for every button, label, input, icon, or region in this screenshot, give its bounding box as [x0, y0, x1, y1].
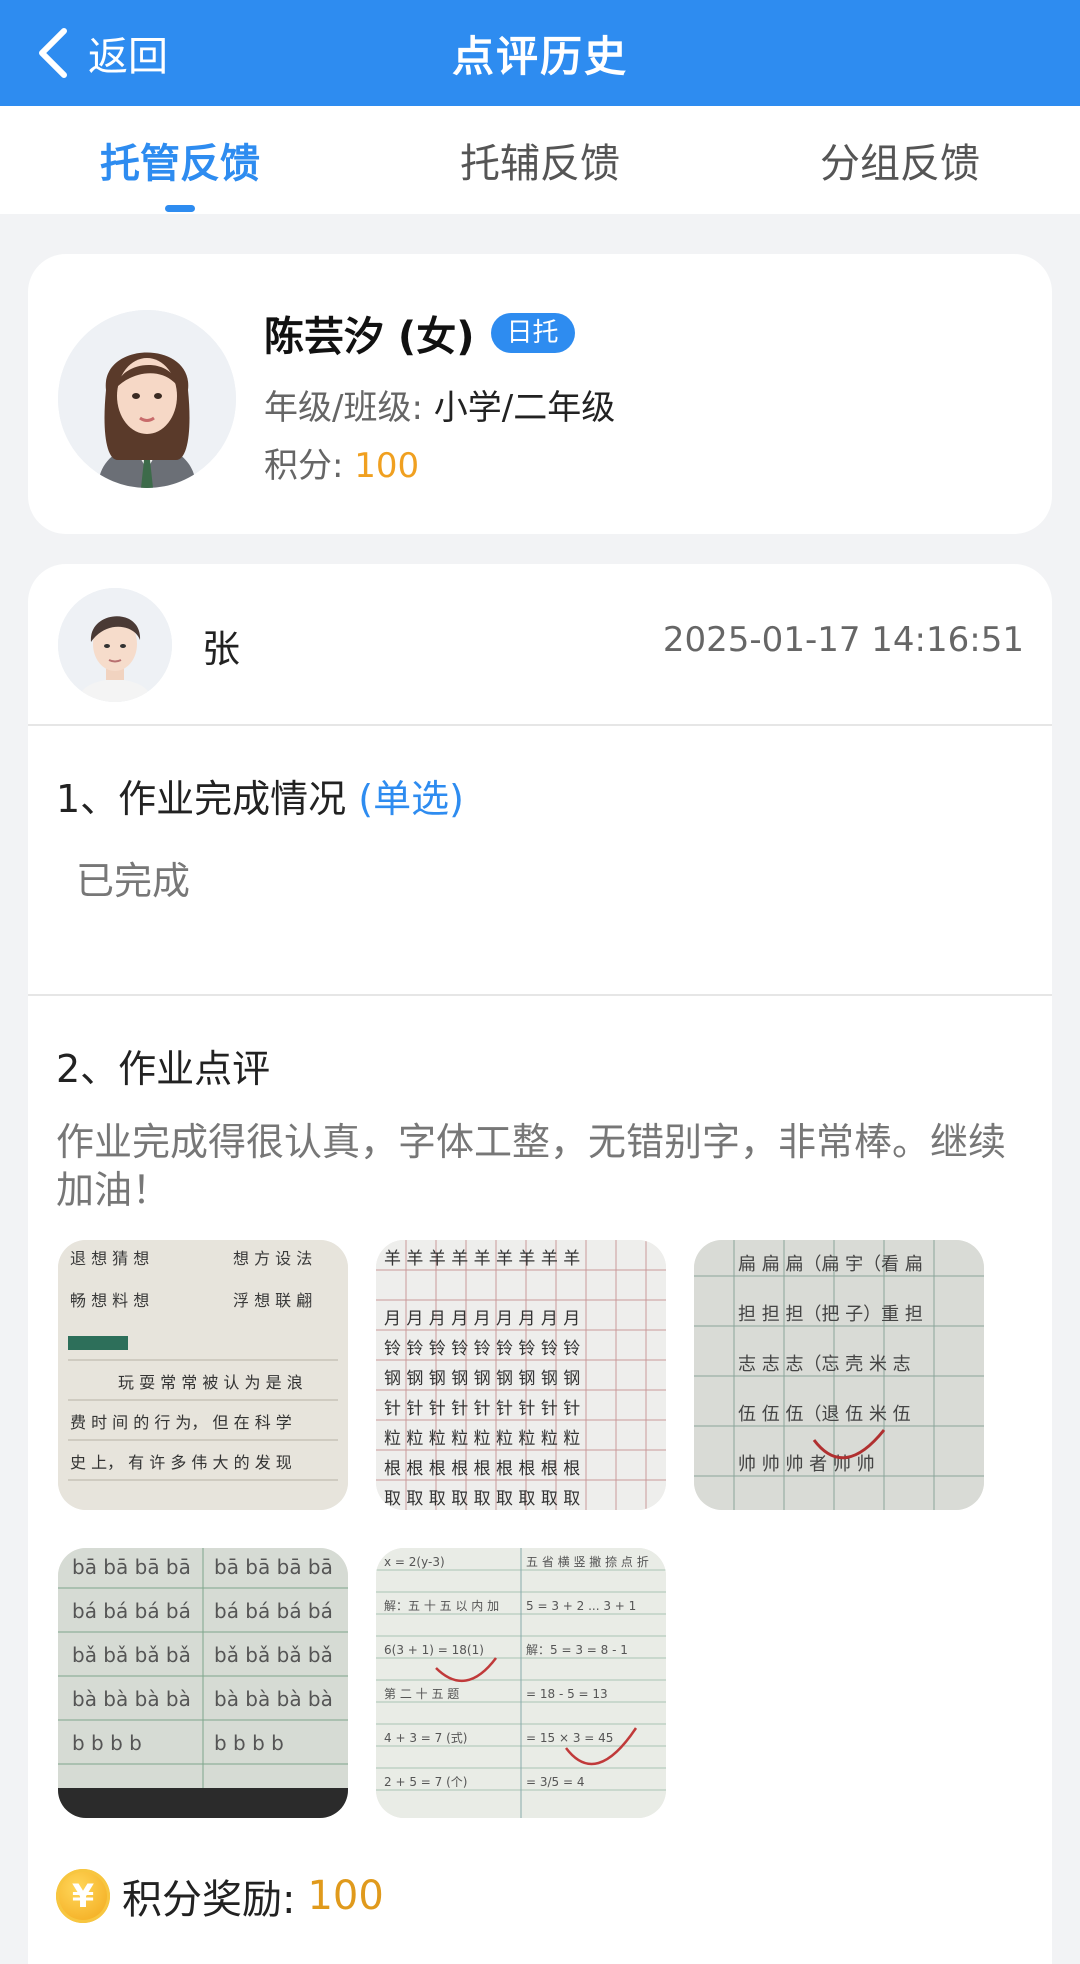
- chevron-left-icon: [39, 28, 67, 78]
- svg-text:取 取 取 取 取 取 取 取 取: 取 取 取 取 取 取 取 取 取: [384, 1489, 580, 1509]
- svg-text:史 上， 有 许 多 伟 大 的 发 现: 史 上， 有 许 多 伟 大 的 发 现: [70, 1453, 292, 1472]
- svg-text:解：5 = 3 = 8 - 1: 解：5 = 3 = 8 - 1: [526, 1643, 628, 1657]
- svg-text:担 担 担（把 子）重 担: 担 担 担（把 子）重 担: [738, 1304, 923, 1325]
- svg-text:= 3/5 = 4: = 3/5 = 4: [526, 1775, 585, 1789]
- svg-text:帅 帅 帅 者 帅 帅: 帅 帅 帅 者 帅 帅: [738, 1454, 875, 1475]
- svg-text:x = 2(y-3): x = 2(y-3): [384, 1555, 445, 1569]
- svg-text:浮 想 联 翩: 浮 想 联 翩: [233, 1291, 312, 1310]
- reward-value: 100: [307, 1873, 384, 1919]
- svg-text:粒 粒 粒 粒 粒 粒 粒 粒 粒: 粒 粒 粒 粒 粒 粒 粒 粒 粒: [384, 1429, 580, 1449]
- coin-icon: ¥: [56, 1869, 110, 1923]
- review-card: 张 2025-01-17 14:16:51 1、作业完成情况 (单选) 已完成 …: [28, 564, 1052, 1964]
- svg-text:4 + 3 = 7 (式): 4 + 3 = 7 (式): [384, 1731, 467, 1745]
- svg-text:= 15 × 3 = 45: = 15 × 3 = 45: [526, 1731, 613, 1745]
- svg-text:第 二 十 五 题: 第 二 十 五 题: [384, 1687, 459, 1701]
- svg-text:根 根 根 根 根 根 根 根 根: 根 根 根 根 根 根 根 根 根: [384, 1459, 580, 1479]
- homework-photo[interactable]: x = 2(y-3) 五 省 横 竖 撇 捺 点 折 解：五 十 五 以 内 加 5…: [376, 1548, 666, 1818]
- question-title-text: 2、作业点评: [56, 1047, 271, 1091]
- tab-label: 分组反馈: [820, 141, 980, 187]
- points-value: 100: [354, 446, 420, 486]
- reward-label: 积分奖励:: [122, 1877, 296, 1923]
- points-label: 积分:: [264, 446, 344, 486]
- homework-photo[interactable]: bā bā bā bā bā bā bā bā bá bá bá bá bá bá …: [58, 1548, 348, 1818]
- divider: [28, 994, 1052, 996]
- svg-text:bā bā bā bā: bā bā bā bā: [72, 1555, 191, 1579]
- svg-text:志 志 志（忘 壳 米 志: 志 志 志（忘 壳 米 志: [738, 1354, 911, 1375]
- homework-photo[interactable]: 扁 扁 扁（扁 宇（看 扁 担 担 担（把 子）重 担 志 志 志（忘 壳 米 …: [694, 1240, 984, 1510]
- svg-text:想 方 设 法: 想 方 设 法: [233, 1249, 312, 1268]
- student-avatar: [58, 310, 236, 488]
- grade-value: 小学/二年级: [433, 388, 616, 428]
- svg-text:bá bá bá bá: bá bá bá bá: [72, 1599, 191, 1623]
- question-title-text: 1、作业完成情况: [56, 777, 347, 821]
- top-bar: 返回 点评历史: [0, 0, 1080, 106]
- homework-comment: 作业完成得很认真，字体工整，无错别字，非常棒。继续加油！: [56, 1120, 1007, 1212]
- svg-text:费 时 间 的 行 为， 但 在 科 学: 费 时 间 的 行 为， 但 在 科 学: [70, 1413, 292, 1432]
- question-1-answer: 已完成: [76, 859, 191, 903]
- points-row: 积分: 100: [264, 438, 419, 487]
- student-name-row: 陈芸汐 (女) 日托: [264, 304, 575, 362]
- svg-text:退 想 猜 想: 退 想 猜 想: [70, 1249, 149, 1268]
- grade-row: 年级/班级: 小学/二年级: [264, 380, 615, 429]
- tab-tuofu-feedback[interactable]: 托辅反馈: [360, 106, 720, 214]
- question-1-title: 1、作业完成情况 (单选): [56, 768, 464, 823]
- svg-text:月 月 月 月 月 月 月 月 月: 月 月 月 月 月 月 月 月 月: [384, 1309, 580, 1329]
- back-button[interactable]: 返回: [36, 18, 168, 88]
- care-type-badge: 日托: [490, 313, 575, 353]
- svg-text:畅 想 料 想: 畅 想 料 想: [70, 1291, 149, 1310]
- student-card: 陈芸汐 (女) 日托 年级/班级: 小学/二年级 积分: 100: [28, 254, 1052, 534]
- divider: [28, 724, 1052, 726]
- single-choice-tag: (单选): [358, 777, 464, 821]
- homework-photo[interactable]: 退 想 猜 想 想 方 设 法 畅 想 料 想 浮 想 联 翩 玩 耍 常 常 被 …: [58, 1240, 348, 1510]
- reward-row: ¥ 积分奖励: 100: [56, 1867, 384, 1925]
- tab-group-feedback[interactable]: 分组反馈: [720, 106, 1080, 214]
- svg-text:针 针 针 针 针 针 针 针 针: 针 针 针 针 针 针 针 针 针: [384, 1399, 580, 1419]
- student-name: 陈芸汐 (女): [264, 314, 475, 360]
- teacher-avatar: [58, 588, 172, 702]
- tab-bar: 托管反馈 托辅反馈 分组反馈: [0, 106, 1080, 214]
- svg-text:bá bá bá bá: bá bá bá bá: [214, 1599, 333, 1623]
- svg-text:5 = 3 + 2 ... 3 + 1: 5 = 3 + 2 ... 3 + 1: [526, 1599, 636, 1613]
- svg-text:bà bà bà bà: bà bà bà bà: [72, 1687, 191, 1711]
- tab-label: 托辅反馈: [460, 141, 620, 187]
- svg-text:五 省 横 竖 撇 捺 点 折: 五 省 横 竖 撇 捺 点 折: [526, 1554, 649, 1569]
- tab-tuoguan-feedback[interactable]: 托管反馈: [0, 106, 360, 214]
- svg-text:羊 羊 羊 羊 羊 羊 羊 羊 羊: 羊 羊 羊 羊 羊 羊 羊 羊 羊: [384, 1249, 580, 1269]
- question-2-title: 2、作业点评: [56, 1038, 270, 1093]
- review-timestamp: 2025-01-17 14:16:51: [662, 620, 1024, 660]
- svg-text:b b b b: b b b b: [214, 1731, 284, 1755]
- svg-text:bā bā bā bā: bā bā bā bā: [214, 1555, 333, 1579]
- svg-text:扁 扁 扁（扁 宇（看 扁: 扁 扁 扁（扁 宇（看 扁: [738, 1254, 923, 1275]
- svg-text:伍 伍 伍（退 伍 米 伍: 伍 伍 伍（退 伍 米 伍: [738, 1404, 911, 1425]
- back-label: 返回: [88, 34, 168, 80]
- svg-text:bǎ bǎ bǎ bǎ: bǎ bǎ bǎ bǎ: [72, 1643, 191, 1667]
- svg-text:2 + 5 = 7 (个): 2 + 5 = 7 (个): [384, 1775, 467, 1789]
- svg-text:bǎ bǎ bǎ bǎ: bǎ bǎ bǎ bǎ: [214, 1643, 333, 1667]
- tab-active-indicator: [165, 205, 195, 212]
- svg-text:= 18 - 5 = 13: = 18 - 5 = 13: [526, 1687, 608, 1701]
- svg-text:钢 钢 钢 钢 钢 钢 钢 钢 钢: 钢 钢 钢 钢 钢 钢 钢 钢 钢: [384, 1369, 580, 1389]
- svg-text:b b b b: b b b b: [72, 1731, 142, 1755]
- svg-text:解：五 十 五 以 内 加: 解：五 十 五 以 内 加: [384, 1599, 499, 1613]
- svg-text:铃 铃 铃 铃 铃 铃 铃 铃 铃: 铃 铃 铃 铃 铃 铃 铃 铃 铃: [384, 1339, 580, 1359]
- teacher-name: 张: [202, 627, 241, 671]
- grade-label: 年级/班级:: [264, 388, 423, 428]
- tab-label: 托管反馈: [100, 141, 260, 187]
- svg-text:玩 耍 常 常 被 认 为 是 浪: 玩 耍 常 常 被 认 为 是 浪: [118, 1373, 303, 1392]
- svg-text:bà bà bà bà: bà bà bà bà: [214, 1687, 333, 1711]
- svg-text:6(3 + 1) = 18(1): 6(3 + 1) = 18(1): [384, 1643, 484, 1657]
- homework-photo[interactable]: 羊 羊 羊 羊 羊 羊 羊 羊 羊 月 月 月 月 月 月 月 月 月 铃 铃 …: [376, 1240, 666, 1510]
